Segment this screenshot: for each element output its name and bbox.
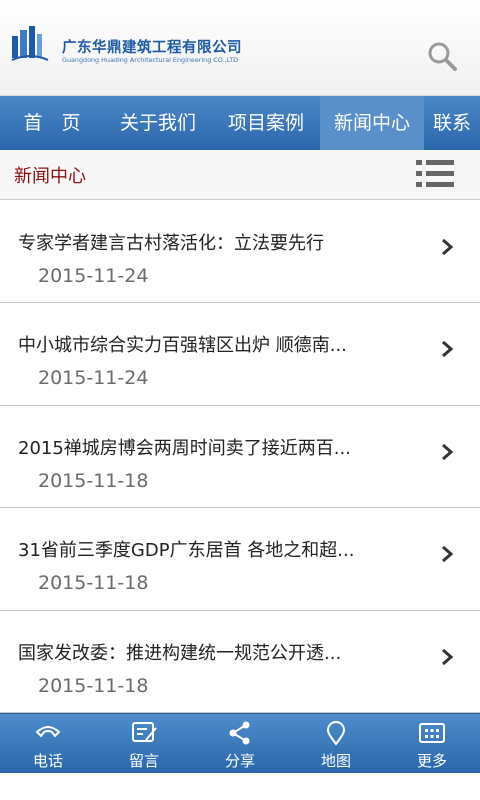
toolbar-more-label: 更多 <box>416 752 447 770</box>
chevron-right-icon <box>442 443 454 460</box>
phone-icon <box>35 726 61 738</box>
share-icon <box>229 721 250 745</box>
news-date: 2015-11-24 <box>38 367 149 390</box>
chevron-right-icon <box>442 546 454 563</box>
search-icon[interactable] <box>424 38 460 74</box>
building-logo-icon <box>11 26 49 61</box>
news-item[interactable]: 31省前三季度GDP广东居首 各地之和超... 2015-11-18 <box>0 508 480 611</box>
chevron-right-icon <box>442 648 454 665</box>
toolbar-phone-button[interactable]: 电话 <box>0 714 96 774</box>
chevron-right-icon <box>442 238 454 256</box>
nav-item-projects[interactable]: 项目案例 <box>212 96 320 150</box>
news-item[interactable]: 国家发改委：推进构建统一规范公开透... 2015-11-18 <box>0 610 480 713</box>
toolbar-map-button[interactable]: 地图 <box>288 714 384 774</box>
toolbar-share-button[interactable]: 分享 <box>192 714 288 774</box>
bottom-spacer <box>0 773 480 800</box>
nav-item-contact[interactable]: 联系 <box>424 96 480 150</box>
news-title: 31省前三季度GDP广东居首 各地之和超... <box>18 540 355 562</box>
list-menu-icon[interactable] <box>414 156 456 192</box>
chevron-right-icon <box>442 341 454 358</box>
news-date: 2015-11-24 <box>38 265 149 287</box>
message-icon <box>132 722 157 742</box>
company-logo[interactable]: 广东华鼎建筑工程有限公司 Guangdong Huading Architect… <box>10 24 242 74</box>
news-date: 2015-11-18 <box>38 674 149 697</box>
map-pin-icon <box>326 721 346 746</box>
app-root: 广东华鼎建筑工程有限公司 Guangdong Huading Architect… <box>0 0 480 800</box>
toolbar-map-label: 地图 <box>320 752 351 770</box>
news-item[interactable]: 专家学者建言古村落活化：立法要先行 2015-11-24 <box>0 201 480 304</box>
news-item[interactable]: 2015禅城房博会两周时间卖了接近两百... 2015-11-18 <box>0 405 480 509</box>
toolbar-share-label: 分享 <box>224 752 255 770</box>
toolbar-message-button[interactable]: 留言 <box>96 714 192 774</box>
news-date: 2015-11-18 <box>38 572 149 595</box>
news-title: 2015禅城房博会两周时间卖了接近两百... <box>18 437 351 459</box>
toolbar-message-label: 留言 <box>128 752 159 770</box>
main-nav: 首 页 关于我们 项目案例 新闻中心 联系 <box>0 96 480 150</box>
app-header: 广东华鼎建筑工程有限公司 Guangdong Huading Architect… <box>0 0 480 96</box>
news-list: 专家学者建言古村落活化：立法要先行 2015-11-24 中小城市综合实力百强辖… <box>0 201 480 713</box>
bottom-toolbar: 电话 留言 分享 地图 更多 <box>0 713 480 773</box>
toolbar-more-button[interactable]: 更多 <box>384 714 480 774</box>
news-date: 2015-11-18 <box>38 469 149 492</box>
section-header: 新闻中心 <box>0 150 480 200</box>
toolbar-phone-label: 电话 <box>32 752 63 770</box>
company-name-cn: 广东华鼎建筑工程有限公司 <box>62 40 242 56</box>
news-title: 国家发改委：推进构建统一规范公开透... <box>18 642 342 664</box>
company-name-en: Guangdong Huading Architectural Engineer… <box>62 56 239 64</box>
news-item[interactable]: 中小城市综合实力百强辖区出炉 顺德南... 2015-11-24 <box>0 303 480 406</box>
nav-item-about[interactable]: 关于我们 <box>104 96 212 150</box>
nav-item-news[interactable]: 新闻中心 <box>320 96 424 150</box>
more-icon <box>419 723 445 743</box>
nav-item-home[interactable]: 首 页 <box>0 96 104 150</box>
news-title: 中小城市综合实力百强辖区出炉 顺德南... <box>18 335 347 357</box>
section-title: 新闻中心 <box>14 166 86 187</box>
news-title: 专家学者建言古村落活化：立法要先行 <box>18 233 324 254</box>
